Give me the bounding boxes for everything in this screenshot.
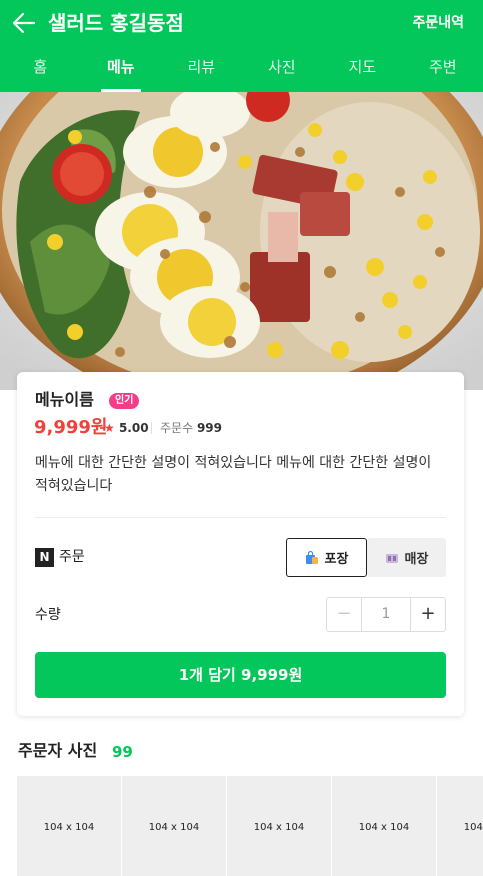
takeout-option-button[interactable]: 포장 (286, 538, 367, 577)
dine-in-option-button[interactable]: 매장 (367, 538, 446, 577)
quantity-label: 수량 (35, 607, 61, 623)
divider (151, 422, 152, 434)
menu-hero-image (0, 92, 483, 390)
dining-icon (385, 553, 398, 563)
customer-photo[interactable]: 104 x 104 (122, 776, 226, 876)
rating-value: 5.00 (118, 421, 149, 435)
order-count-label: 주문수 (160, 421, 194, 435)
tab-home[interactable]: 홈 (0, 45, 81, 92)
menu-description: 메뉴에 대한 간단한 설명이 적혀있습니다 메뉴에 대한 간단한 설명이 적혀있… (35, 455, 432, 494)
order-label: 주문 (59, 549, 85, 565)
customer-photo[interactable]: 104 x 104 (227, 776, 331, 876)
app-header: 샐러드 홍길동점 주문내역 (0, 0, 483, 45)
customer-photo[interactable]: 104 x 104 (17, 776, 121, 876)
tab-map[interactable]: 지도 (322, 45, 403, 92)
quantity-value[interactable]: 1 (362, 598, 410, 631)
quantity-increase-button[interactable]: + (410, 598, 445, 631)
menu-name: 메뉴이름 (35, 390, 94, 409)
customer-photos-count: 99 (112, 743, 133, 761)
customer-photo[interactable]: 104 x 104 (332, 776, 436, 876)
tab-nearby[interactable]: 주변 (403, 45, 483, 92)
quantity-decrease-button[interactable]: − (327, 598, 362, 631)
takeout-option-label: 포장 (324, 552, 349, 567)
quantity-stepper: − 1 + (326, 597, 446, 632)
menu-detail-card: 메뉴이름 인기 9,999원 ★ 5.00 주문수 999 메뉴에 대한 간단한… (17, 372, 464, 716)
shopping-bag-icon (305, 550, 318, 564)
customer-photos-title: 주문자 사진 (18, 741, 98, 760)
order-count: 주문수 999 (160, 420, 222, 436)
naver-pay-icon: N (35, 548, 54, 567)
page-title: 샐러드 홍길동점 (48, 11, 184, 35)
add-to-cart-button[interactable]: 1개 담기 9,999원 (35, 652, 446, 698)
order-history-link[interactable]: 주문내역 (412, 13, 464, 33)
tab-bar: 홈 메뉴 리뷰 사진 지도 주변 (0, 45, 483, 92)
menu-rating: ★ 5.00 (104, 420, 149, 436)
menu-price: 9,999원 (34, 417, 108, 438)
divider (35, 517, 446, 518)
order-count-value: 999 (196, 421, 223, 435)
customer-photo-list: 104 x 104 104 x 104 104 x 104 104 x 104 … (17, 776, 483, 876)
dine-in-option-label: 매장 (404, 552, 429, 567)
tab-photos[interactable]: 사진 (242, 45, 323, 92)
customer-photo[interactable]: 104 x 104 (437, 776, 483, 876)
popular-badge: 인기 (109, 393, 140, 409)
tab-reviews[interactable]: 리뷰 (161, 45, 242, 92)
star-icon: ★ (104, 421, 115, 435)
arrow-left-icon[interactable] (10, 9, 38, 37)
tab-menu[interactable]: 메뉴 (81, 45, 162, 92)
